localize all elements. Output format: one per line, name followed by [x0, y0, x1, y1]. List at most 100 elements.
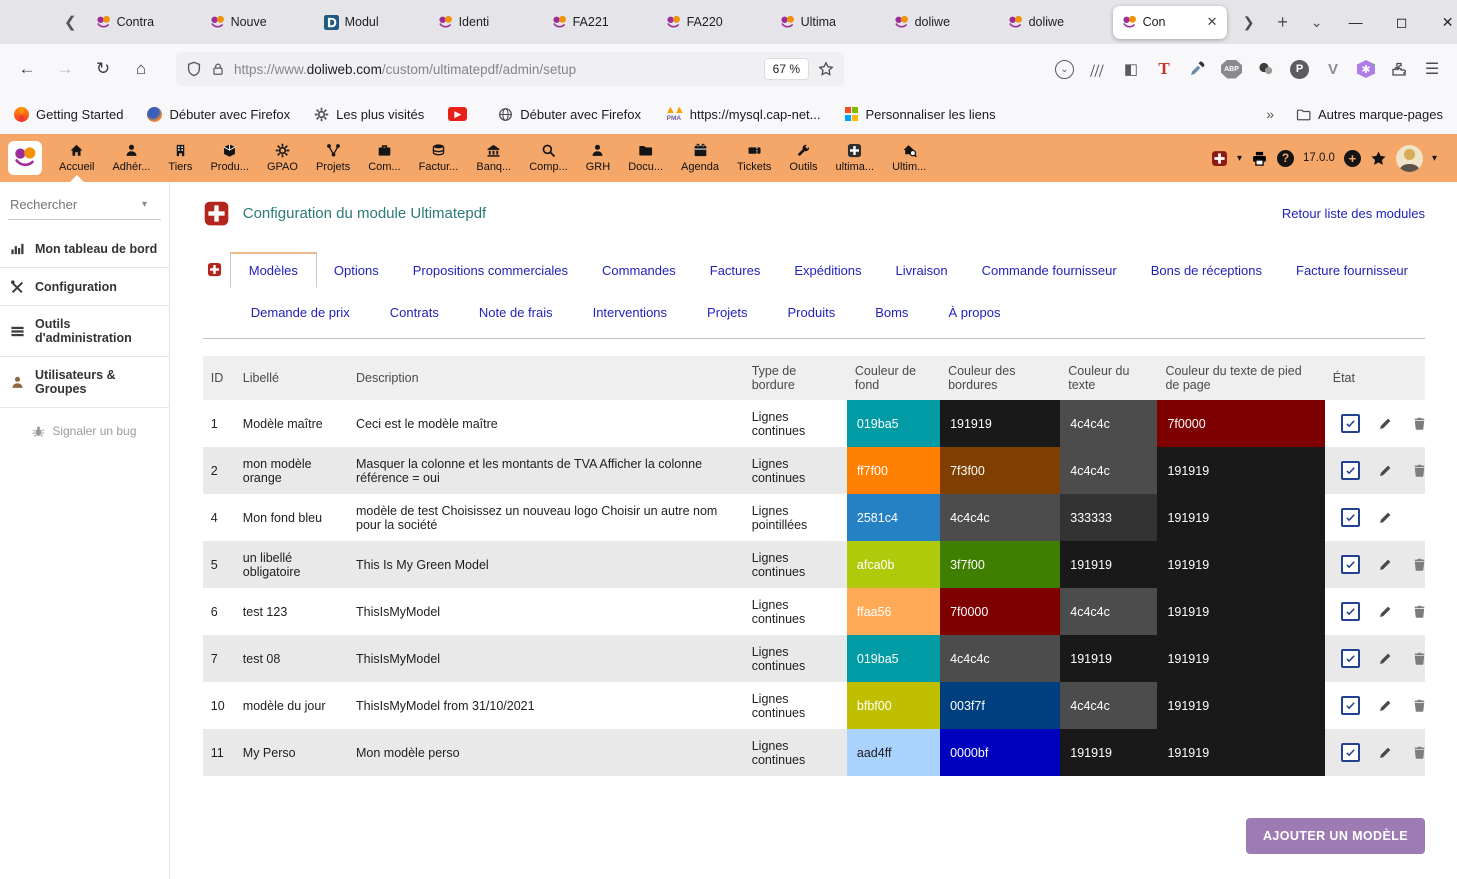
browser-tab[interactable]: Con ✕ [1113, 6, 1227, 39]
bookmark-debuter-firefox[interactable]: Débuter avec Firefox [147, 107, 290, 122]
edit-icon[interactable] [1378, 651, 1393, 666]
bookmark-debuter-firefox-2[interactable]: Débuter avec Firefox [498, 107, 641, 122]
p-extension-icon[interactable]: P [1290, 60, 1309, 79]
enabled-checkbox[interactable] [1341, 602, 1360, 621]
forward-button[interactable]: → [50, 54, 80, 84]
module-tab[interactable]: Produits [768, 297, 856, 328]
module-tab[interactable]: Contrats [370, 297, 459, 328]
add-quick-icon[interactable]: + [1344, 150, 1361, 167]
edit-icon[interactable] [1378, 463, 1393, 478]
menu-hamburger-icon[interactable]: ☰ [1423, 60, 1441, 78]
menu-banques[interactable]: Banq... [467, 134, 520, 182]
delete-icon[interactable] [1412, 651, 1425, 666]
module-tab[interactable]: Expéditions [777, 254, 878, 287]
edit-icon[interactable] [1378, 416, 1393, 431]
module-tab[interactable]: Demande de prix [231, 297, 370, 328]
edit-icon[interactable] [1378, 698, 1393, 713]
module-tab[interactable]: Factures [693, 254, 778, 287]
report-bug-link[interactable]: Signaler un bug [0, 424, 169, 438]
help-icon[interactable]: ? [1277, 150, 1294, 167]
new-tab-button[interactable]: + [1267, 8, 1299, 36]
dolibarr-logo[interactable] [8, 141, 42, 175]
menu-accueil[interactable]: Accueil [50, 134, 103, 182]
browser-tab[interactable]: doliwe [885, 6, 999, 39]
module-tab[interactable]: Commande fournisseur [965, 254, 1134, 287]
other-bookmarks-folder[interactable]: Autres marque-pages [1296, 107, 1443, 122]
enabled-checkbox[interactable] [1341, 743, 1360, 762]
enabled-checkbox[interactable] [1341, 649, 1360, 668]
module-tab[interactable]: À propos [928, 297, 1020, 328]
bookmarks-star-icon[interactable] [1370, 150, 1387, 167]
back-button[interactable]: ← [12, 54, 42, 84]
delete-icon[interactable] [1412, 463, 1425, 478]
minimize-button[interactable]: — [1333, 2, 1379, 42]
menu-agenda[interactable]: Agenda [672, 134, 728, 182]
colorpicker-extension-icon[interactable] [1188, 60, 1206, 78]
back-to-modules-link[interactable]: Retour liste des modules [1282, 206, 1425, 221]
menu-tiers[interactable]: Tiers [159, 134, 201, 182]
close-window-button[interactable]: ✕ [1425, 2, 1457, 42]
delete-icon[interactable] [1412, 416, 1425, 431]
menu-tickets[interactable]: Tickets [728, 134, 780, 182]
reload-button[interactable]: ↻ [88, 54, 118, 84]
bookmark-star-icon[interactable] [818, 61, 834, 77]
edit-icon[interactable] [1378, 557, 1393, 572]
module-tab[interactable]: Bons de réceptions [1134, 254, 1279, 287]
bookmark-personnaliser-liens[interactable]: Personnaliser les liens [845, 107, 996, 122]
module-tab[interactable]: Commandes [585, 254, 693, 287]
menu-projets[interactable]: Projets [307, 134, 359, 182]
delete-icon[interactable] [1412, 604, 1425, 619]
v-extension-icon[interactable]: V [1324, 60, 1342, 78]
menu-commerce[interactable]: Com... [359, 134, 409, 182]
bookmark-youtube[interactable]: ▶ [448, 107, 474, 121]
sidebar-search[interactable]: ▾ [8, 196, 161, 220]
delete-icon[interactable] [1412, 698, 1425, 713]
menu-adherents[interactable]: Adhér... [103, 134, 159, 182]
module-tab[interactable]: Projets [687, 297, 767, 328]
library-icon[interactable]: ||| [1086, 60, 1110, 78]
module-tab[interactable]: Propositions commerciales [396, 254, 585, 287]
enabled-checkbox[interactable] [1341, 414, 1360, 433]
bookmark-getting-started[interactable]: Getting Started [14, 107, 123, 122]
module-tab[interactable]: Note de frais [459, 297, 573, 328]
scroll-tabs-right-button[interactable]: ❯ [1233, 8, 1265, 36]
sidebar-item-configuration[interactable]: Configuration [0, 268, 169, 306]
edit-icon[interactable] [1378, 604, 1393, 619]
bookmarks-overflow-chevron[interactable]: » [1266, 106, 1272, 122]
edit-icon[interactable] [1378, 745, 1393, 760]
pocket-icon[interactable]: ⌄ [1055, 60, 1074, 79]
tab-modeles[interactable]: Modèles [230, 252, 317, 288]
t-extension-icon[interactable]: T [1155, 60, 1173, 78]
menu-documents[interactable]: Docu... [619, 134, 672, 182]
dark-circles-extension-icon[interactable] [1257, 60, 1275, 78]
module-tab[interactable]: Options [317, 254, 396, 287]
search-caret-icon[interactable]: ▾ [142, 199, 147, 210]
user-menu-chevron-icon[interactable]: ▾ [1432, 153, 1437, 164]
scroll-tabs-left-button[interactable]: ❮ [64, 8, 77, 36]
browser-tab[interactable]: Contra [87, 6, 201, 39]
sidebar-item-outils-administration[interactable]: Outils d'administration [0, 306, 169, 357]
enabled-checkbox[interactable] [1341, 508, 1360, 527]
browser-tab[interactable]: Nouve [201, 6, 315, 39]
bookmark-les-plus-visites[interactable]: Les plus visités [314, 107, 424, 122]
browser-tab[interactable]: Identi [429, 6, 543, 39]
menu-grh[interactable]: GRH [577, 134, 619, 182]
browser-tab[interactable]: Modul [315, 6, 429, 39]
zoom-indicator[interactable]: 67 % [764, 58, 809, 80]
delete-icon[interactable] [1412, 557, 1425, 572]
browser-tab[interactable]: FA220 [657, 6, 771, 39]
adblock-plus-icon[interactable]: ABP [1221, 60, 1242, 79]
module-tab[interactable]: Facture fournisseur [1279, 254, 1425, 287]
ultimatepdf-quick-icon[interactable] [1211, 150, 1228, 167]
module-tab[interactable]: Livraison [879, 254, 965, 287]
extensions-puzzle-icon[interactable] [1390, 60, 1408, 78]
sidebar-search-input[interactable] [8, 196, 142, 213]
edit-icon[interactable] [1378, 510, 1393, 525]
sidebar-item-utilisateurs-groupes[interactable]: Utilisateurs & Groupes [0, 357, 169, 408]
close-tab-icon[interactable]: ✕ [1207, 14, 1218, 30]
delete-icon[interactable] [1412, 745, 1425, 760]
menu-produits[interactable]: Produ... [201, 134, 258, 182]
home-button[interactable]: ⌂ [126, 54, 156, 84]
browser-tab[interactable]: Ultima [771, 6, 885, 39]
bookmark-mysql-capnet[interactable]: ▲▲PMA https://mysql.cap-net... [665, 106, 821, 122]
